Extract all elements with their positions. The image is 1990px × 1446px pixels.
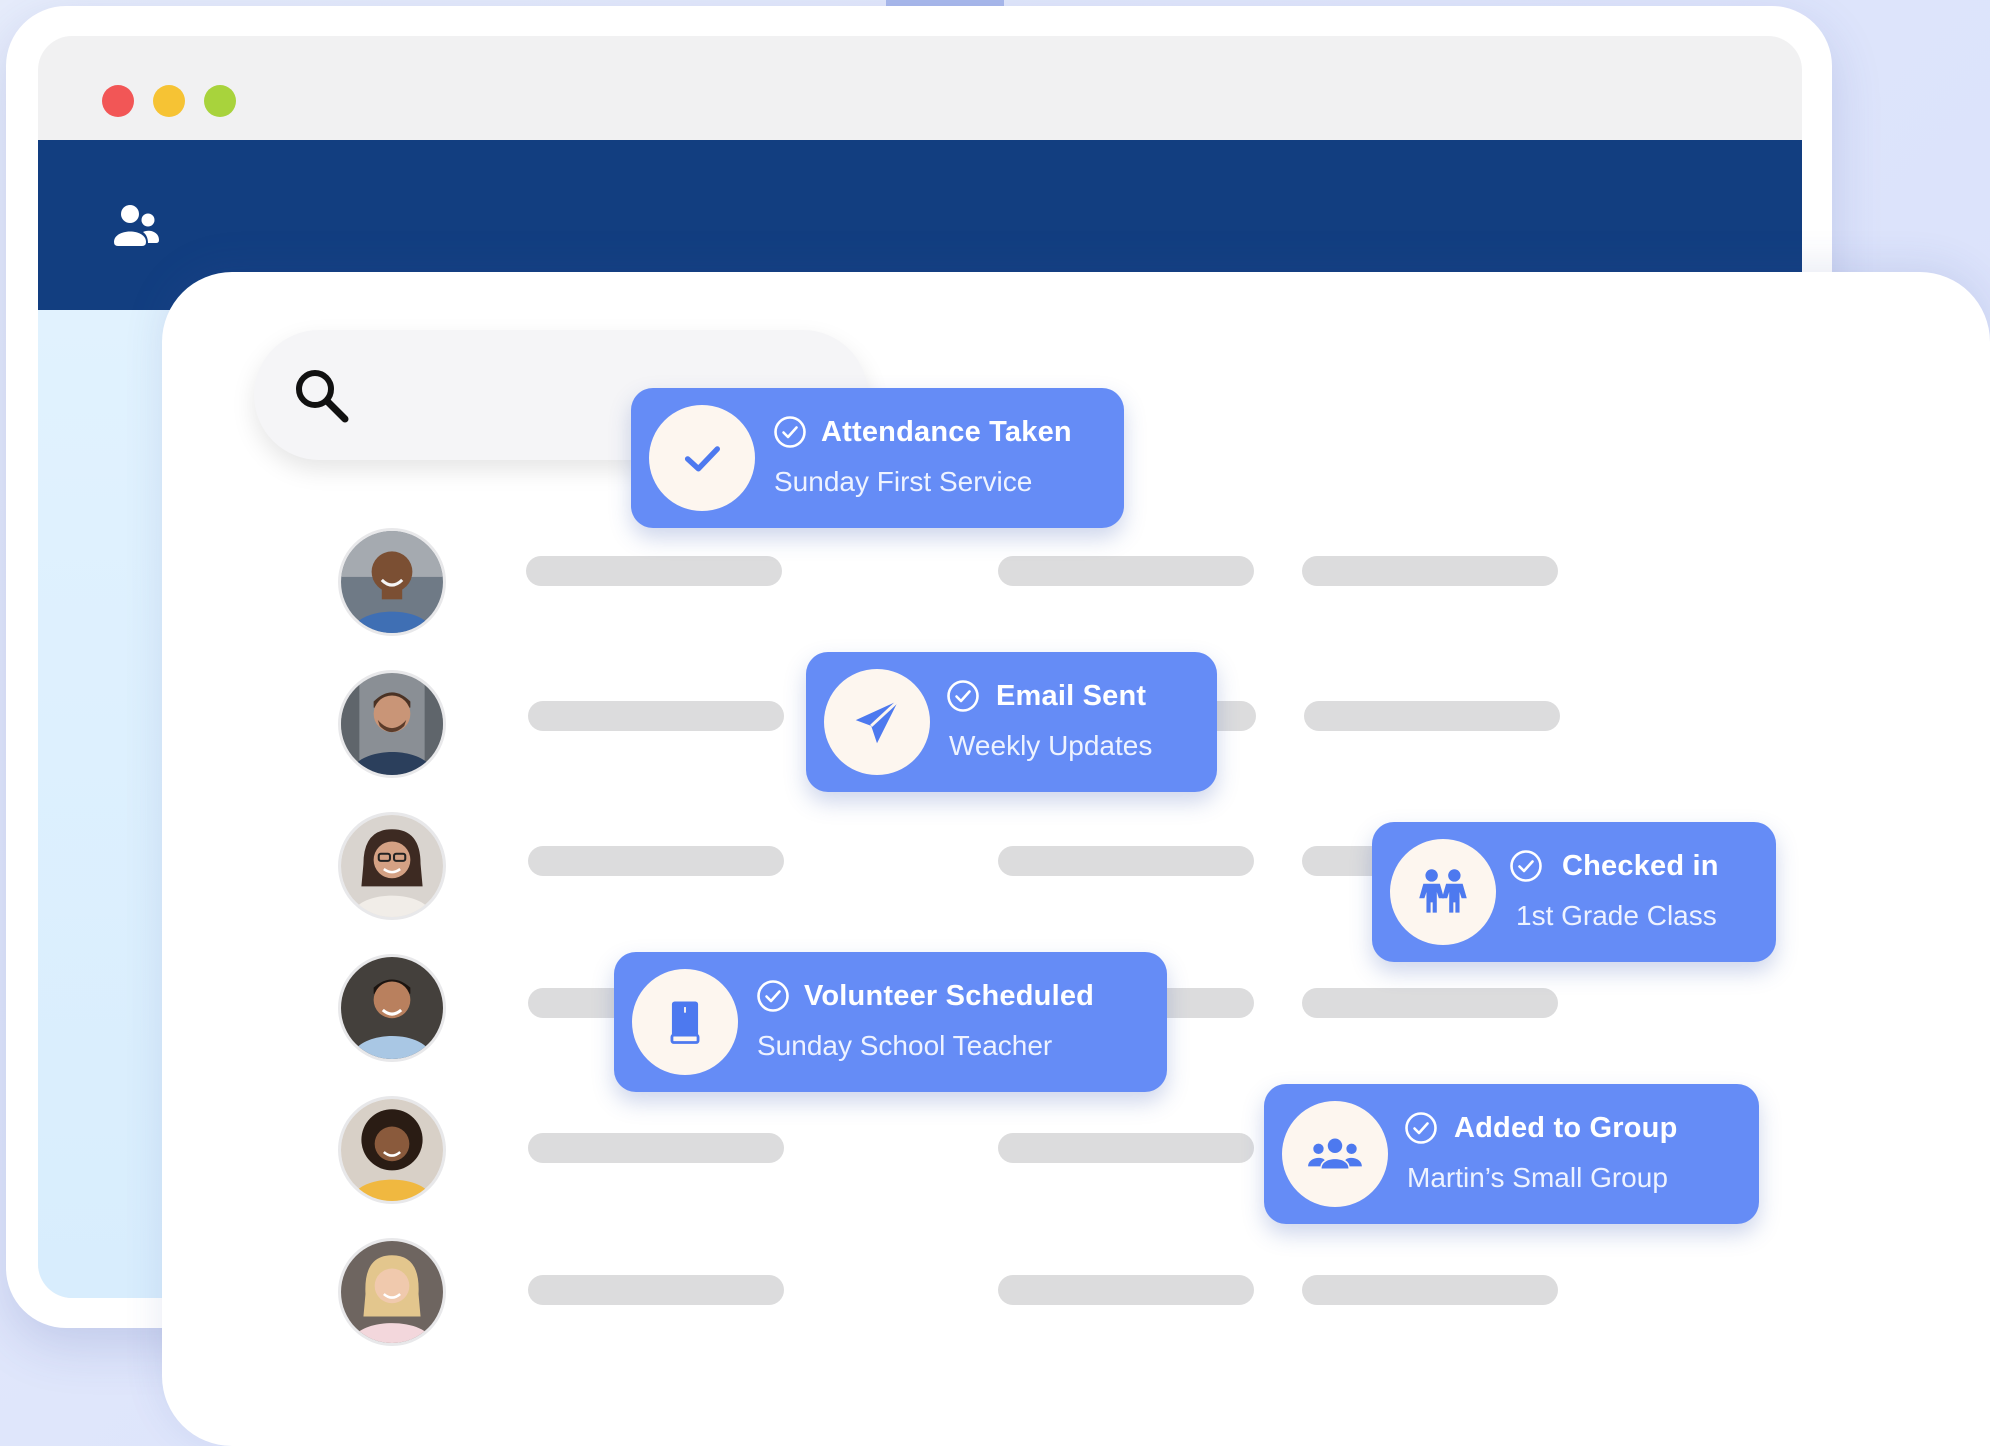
- close-window-button[interactable]: [102, 85, 134, 117]
- paper-plane-icon: [824, 669, 930, 775]
- placeholder-bar: [528, 701, 784, 731]
- group-icon: [1282, 1101, 1388, 1207]
- people-icon[interactable]: [110, 200, 162, 252]
- check-circle-icon: [774, 416, 806, 448]
- check-circle-icon: [757, 980, 789, 1012]
- placeholder-bar: [526, 556, 782, 586]
- placeholder-bar: [998, 1133, 1254, 1163]
- avatar-man-3[interactable]: [338, 954, 446, 1062]
- notification-title: Checked in: [1562, 850, 1719, 882]
- notification-title: Volunteer Scheduled: [804, 980, 1095, 1012]
- notification-title: Email Sent: [996, 680, 1147, 712]
- notification-subtitle: Sunday First Service: [774, 466, 1033, 497]
- placeholder-bar: [998, 846, 1254, 876]
- check-circle-icon: [1510, 850, 1542, 882]
- placeholder-bar: [1304, 701, 1560, 731]
- avatar-man-2[interactable]: [338, 670, 446, 778]
- notification-attendance-taken[interactable]: Attendance Taken Sunday First Service: [631, 388, 1124, 528]
- notification-added-to-group[interactable]: Added to Group Martin’s Small Group: [1264, 1084, 1759, 1224]
- placeholder-bar: [1302, 556, 1558, 586]
- notification-subtitle: Martin’s Small Group: [1407, 1162, 1668, 1193]
- avatar-woman-2[interactable]: [338, 1096, 446, 1204]
- notification-email-sent[interactable]: Email Sent Weekly Updates: [806, 652, 1217, 792]
- placeholder-bar: [1302, 1275, 1558, 1305]
- avatar-man-1[interactable]: [338, 528, 446, 636]
- placeholder-bar: [528, 846, 784, 876]
- search-icon: [290, 364, 352, 426]
- notification-title: Attendance Taken: [821, 416, 1072, 448]
- checkmark-icon: [649, 405, 755, 511]
- notification-subtitle: Sunday School Teacher: [757, 1030, 1053, 1061]
- children-icon: [1390, 839, 1496, 945]
- notification-subtitle: 1st Grade Class: [1516, 900, 1717, 931]
- placeholder-bar: [998, 1275, 1254, 1305]
- book-icon: [632, 969, 738, 1075]
- placeholder-bar: [528, 1275, 784, 1305]
- placeholder-bar: [528, 1133, 784, 1163]
- notification-volunteer-scheduled[interactable]: Volunteer Scheduled Sunday School Teache…: [614, 952, 1167, 1092]
- placeholder-bar: [1302, 988, 1558, 1018]
- notification-checked-in[interactable]: Checked in 1st Grade Class: [1372, 822, 1776, 962]
- avatar-woman-3[interactable]: [338, 1238, 446, 1346]
- maximize-window-button[interactable]: [204, 85, 236, 117]
- avatar-woman-1[interactable]: [338, 812, 446, 920]
- notification-subtitle: Weekly Updates: [949, 730, 1153, 761]
- minimize-window-button[interactable]: [153, 85, 185, 117]
- check-circle-icon: [1405, 1112, 1437, 1144]
- check-circle-icon: [947, 680, 979, 712]
- notification-title: Added to Group: [1454, 1112, 1678, 1144]
- placeholder-bar: [998, 556, 1254, 586]
